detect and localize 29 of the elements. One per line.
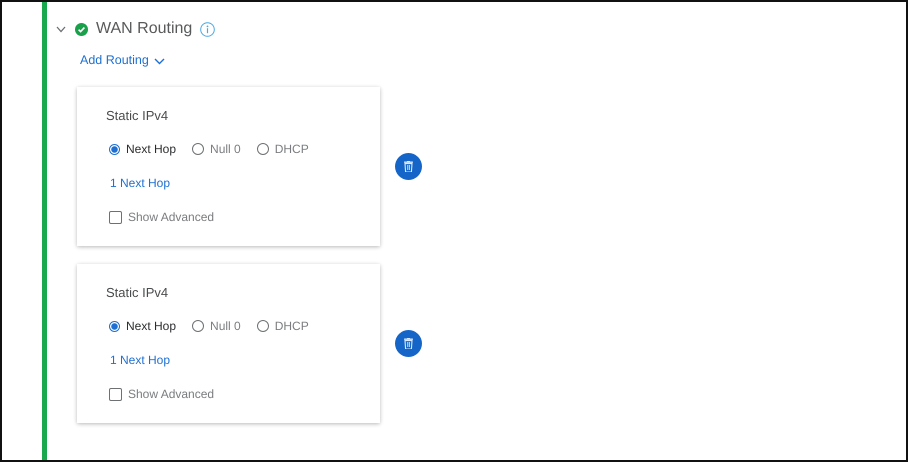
delete-button[interactable] <box>395 330 422 357</box>
add-routing-dropdown[interactable]: Add Routing <box>80 53 165 67</box>
show-advanced-checkbox[interactable]: Show Advanced <box>109 387 214 401</box>
radio-option[interactable]: Null 0 <box>192 319 241 333</box>
radio-button[interactable] <box>192 143 204 155</box>
radio-button[interactable] <box>256 143 269 155</box>
radio-button[interactable] <box>256 320 269 332</box>
radio-option[interactable]: Null 0 <box>192 142 241 156</box>
card-title: Static IPv4 <box>106 108 168 123</box>
checkbox[interactable] <box>109 388 122 400</box>
show-advanced-checkbox[interactable]: Show Advanced <box>109 210 214 224</box>
info-icon[interactable] <box>200 22 216 36</box>
radio-option[interactable]: Next Hop <box>109 142 176 156</box>
checkbox[interactable] <box>109 210 122 224</box>
radio-option[interactable]: DHCP <box>256 142 309 156</box>
radio-button[interactable] <box>109 144 120 154</box>
trash-icon <box>404 338 413 349</box>
card-title: Static IPv4 <box>106 285 168 300</box>
radio-option[interactable]: Next Hop <box>109 319 176 333</box>
next-hop-link[interactable]: 1 Next Hop <box>110 176 170 190</box>
chevron-down-icon <box>154 58 165 65</box>
section-title: WAN Routing <box>96 20 192 38</box>
next-hop-link[interactable]: 1 Next Hop <box>110 353 170 367</box>
delete-button[interactable] <box>395 153 422 180</box>
radio-button[interactable] <box>109 320 120 332</box>
radio-button[interactable] <box>192 320 204 332</box>
radio-option[interactable]: DHCP <box>256 319 309 333</box>
trash-icon <box>404 161 413 172</box>
chevron-down-icon[interactable] <box>56 26 66 32</box>
